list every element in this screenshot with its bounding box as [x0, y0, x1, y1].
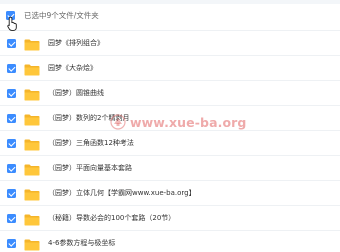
file-checkbox[interactable] — [7, 139, 16, 148]
folder-icon — [24, 186, 40, 201]
file-checkbox[interactable] — [7, 39, 16, 48]
file-row[interactable]: （园梦）数列的2个精剥月 — [0, 106, 340, 131]
file-checkbox[interactable] — [7, 189, 16, 198]
file-name[interactable]: （秘籍）导数必会的100个套路（20节） — [48, 213, 175, 223]
file-browser: 已选中9个文件/文件夹 园梦《排列组合》 园梦《大杂烩》 （园梦）圆锥曲线 （园梦）数… — [0, 0, 340, 252]
file-list: 园梦《排列组合》 园梦《大杂烩》 （园梦）圆锥曲线 （园梦）数列的2个精剥月 （园梦）三… — [0, 31, 340, 251]
file-name[interactable]: 园梦《排列组合》 — [48, 38, 104, 48]
folder-icon — [24, 86, 40, 101]
file-row[interactable]: （园梦）三角函数12种考法 — [0, 131, 340, 156]
file-row[interactable]: （园梦）平面向量基本套路 — [0, 156, 340, 181]
selection-count-text: 已选中9个文件/文件夹 — [24, 11, 99, 20]
folder-icon — [24, 161, 40, 176]
folder-icon — [24, 61, 40, 76]
folder-icon — [24, 136, 40, 151]
file-checkbox[interactable] — [7, 239, 16, 248]
file-row[interactable]: 园梦《排列组合》 — [0, 31, 340, 56]
file-name[interactable]: （园梦）数列的2个精剥月 — [48, 113, 129, 123]
file-name[interactable]: （园梦）平面向量基本套路 — [48, 163, 132, 173]
mouse-pointer-icon — [7, 16, 17, 31]
file-row[interactable]: （园梦）立体几何【学霸网www.xue-ba.org】 — [0, 181, 340, 206]
file-name[interactable]: 园梦《大杂烩》 — [48, 63, 97, 73]
folder-icon — [24, 36, 40, 51]
file-checkbox[interactable] — [7, 114, 16, 123]
file-checkbox[interactable] — [7, 164, 16, 173]
folder-icon — [24, 111, 40, 126]
file-checkbox[interactable] — [7, 214, 16, 223]
file-name[interactable]: （园梦）立体几何【学霸网www.xue-ba.org】 — [48, 188, 196, 198]
file-name[interactable]: （园梦）三角函数12种考法 — [48, 138, 134, 148]
file-row[interactable]: （园梦）圆锥曲线 — [0, 81, 340, 106]
selection-header: 已选中9个文件/文件夹 — [0, 4, 340, 31]
file-checkbox[interactable] — [7, 64, 16, 73]
file-row[interactable]: （秘籍）导数必会的100个套路（20节） — [0, 206, 340, 231]
file-row[interactable]: 园梦《大杂烩》 — [0, 56, 340, 81]
folder-icon — [24, 211, 40, 226]
file-checkbox[interactable] — [7, 89, 16, 98]
file-name[interactable]: 4-6参数方程与极坐标 — [48, 238, 115, 248]
file-name[interactable]: （园梦）圆锥曲线 — [48, 88, 104, 98]
folder-icon — [24, 236, 40, 251]
file-row[interactable]: 4-6参数方程与极坐标 — [0, 231, 340, 251]
